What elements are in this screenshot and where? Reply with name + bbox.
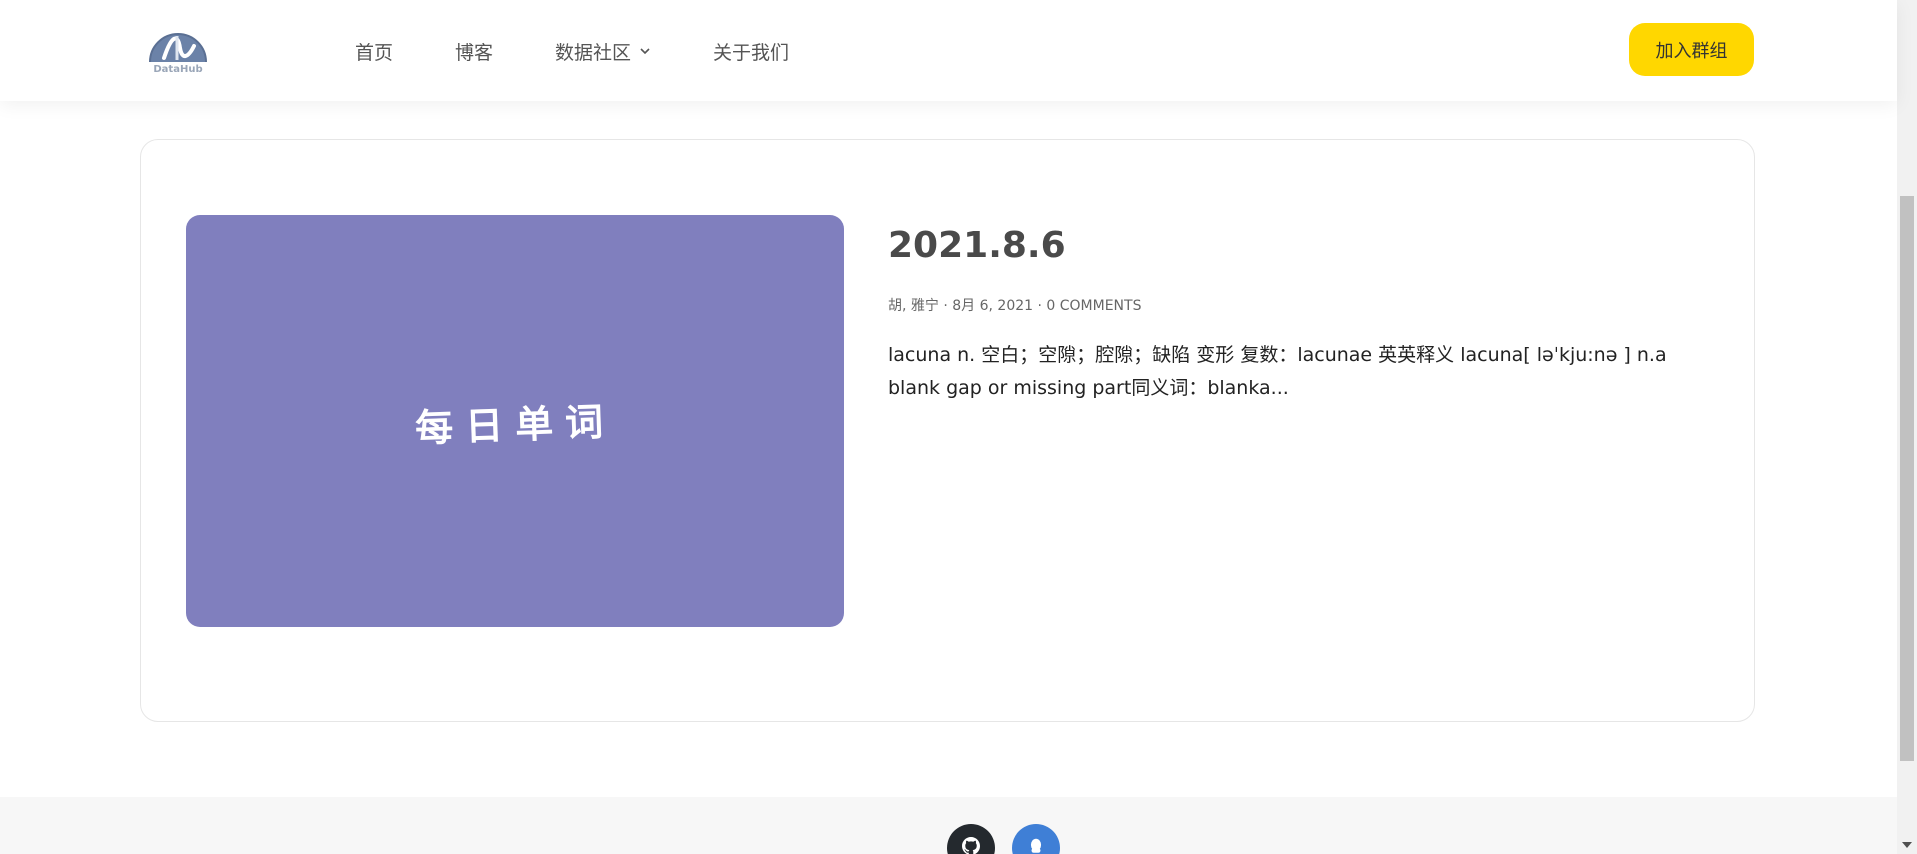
github-icon — [962, 837, 980, 854]
nav-item-label: 数据社区 — [555, 41, 632, 64]
logo-text: DataHub — [153, 64, 203, 75]
nav-item-label: 首页 — [355, 41, 394, 64]
nav-item-community[interactable]: 数据社区 — [555, 36, 651, 66]
scrollbar-thumb[interactable] — [1900, 196, 1914, 761]
post-meta: 胡, 雅宁 · 8月 6, 2021 · 0 COMMENTS — [888, 298, 1142, 314]
nav-item-label: 关于我们 — [713, 41, 790, 64]
post-title[interactable]: 2021.8.6 — [888, 225, 1066, 266]
post-card: 每日单词 2021.8.6 胡, 雅宁 · 8月 6, 2021 · 0 COM… — [140, 139, 1755, 722]
scroll-down-arrow-icon[interactable] — [1902, 842, 1912, 848]
post-thumbnail[interactable]: 每日单词 — [186, 215, 844, 627]
chevron-down-icon — [640, 48, 650, 55]
nav-item-home[interactable]: 首页 — [355, 36, 393, 66]
main-nav: 首页 博客 数据社区 关于我们 — [355, 36, 851, 66]
nav-item-about[interactable]: 关于我们 — [713, 36, 789, 66]
qq-icon — [1030, 838, 1042, 853]
nav-item-label: 博客 — [455, 41, 494, 64]
thumbnail-text: 每日单词 — [414, 398, 616, 450]
join-group-button[interactable]: 加入群组 — [1629, 23, 1754, 76]
site-header: DataHub 首页 博客 数据社区 关于我们 加入群组 — [0, 0, 1897, 101]
post-excerpt: lacuna n. 空白；空隙；腔隙；缺陷 变形 复数：lacunae 英英释义… — [888, 344, 1667, 399]
nav-item-blog[interactable]: 博客 — [455, 36, 493, 66]
